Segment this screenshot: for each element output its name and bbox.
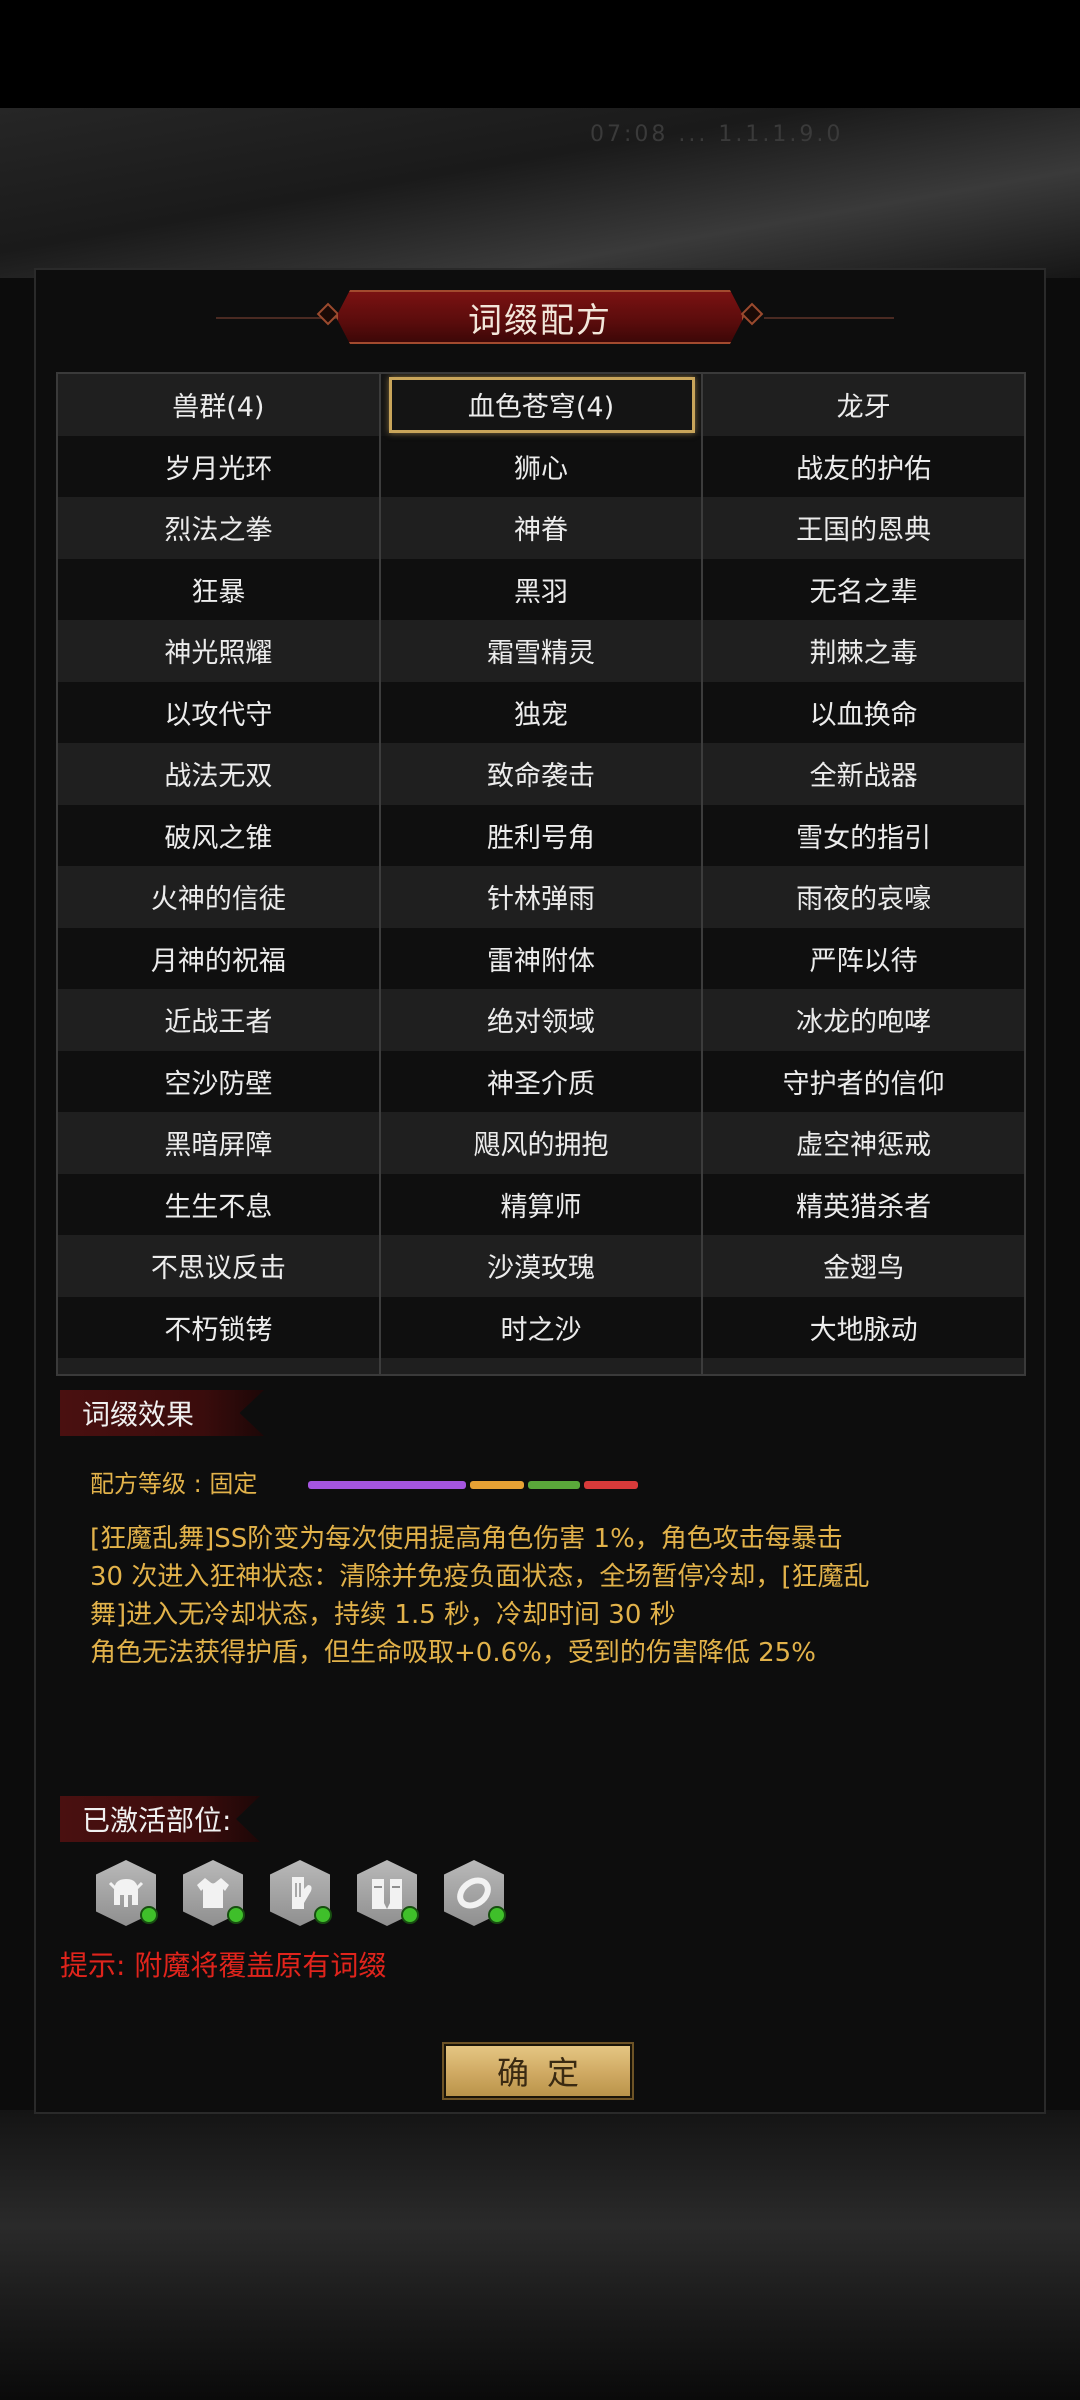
effect-description: [狂魔乱舞]SS阶变为每次使用提高角色伤害 1%，角色攻击每暴击 30 次进入狂…: [90, 1524, 870, 1668]
affix-cell[interactable]: 独宠: [378, 681, 702, 743]
affix-cell[interactable]: 神圣介质: [378, 1050, 702, 1112]
effect-header: 词缀效果: [60, 1390, 264, 1436]
activated-header: 已激活部位:: [60, 1796, 260, 1842]
table-row: 兽群(4) 血色苍穹(4) 龙牙: [58, 374, 1024, 436]
table-row: 烈法之拳 神眷 王国的恩典: [58, 497, 1024, 559]
grade-bar-purple: [308, 1481, 466, 1489]
enchant-hint: 提示: 附魔将覆盖原有词缀: [60, 1949, 387, 1982]
table-row: 不朽锁铐 时之沙 大地脉动: [58, 1296, 1024, 1359]
affix-cell[interactable]: 雨夜的哀嚎: [701, 866, 1024, 928]
glove-icon: [292, 1877, 312, 1909]
affix-cell[interactable]: 绝对领域: [378, 989, 702, 1051]
affix-cell[interactable]: 烈法之拳: [58, 497, 379, 559]
affix-cell[interactable]: 以血换命: [701, 681, 1024, 743]
affix-cell[interactable]: 冰龙的咆哮: [701, 989, 1024, 1051]
affix-cell[interactable]: 雷神附体: [378, 927, 702, 989]
table-row: 月神的祝福 雷神附体 严阵以待: [58, 927, 1024, 990]
affix-cell[interactable]: 飓风的拥抱: [378, 1112, 702, 1174]
table-row: 生生不息 精算师 精英猎杀者: [58, 1173, 1024, 1236]
armor-icon: [197, 1878, 229, 1908]
panel-title: 词缀配方: [336, 290, 744, 344]
recipe-grade-label: 配方等级 : 固定: [90, 1470, 258, 1498]
affix-cell[interactable]: 全新战器: [701, 743, 1024, 805]
affix-cell[interactable]: 空沙防壁: [58, 1051, 379, 1113]
affix-cell[interactable]: 神光照耀: [58, 620, 379, 682]
affix-cell[interactable]: 兽群(4): [58, 374, 379, 436]
affix-cell[interactable]: 元素春曦: [701, 1358, 1024, 1374]
affix-cell[interactable]: 针林弹雨: [378, 866, 702, 928]
affix-cell[interactable]: 风蚀幽影: [58, 1358, 379, 1374]
affix-cell[interactable]: 火神的信徒: [58, 866, 379, 928]
background-top: 07:08 ... 1.1.1.9.0: [0, 108, 1080, 278]
affix-cell[interactable]: 沙漠玫瑰: [378, 1235, 702, 1297]
affix-cell[interactable]: 荆棘之毒: [701, 620, 1024, 682]
confirm-button[interactable]: 确定: [442, 2042, 634, 2100]
affix-cell[interactable]: 岁月光环: [58, 436, 379, 498]
affix-cell[interactable]: 守护者的信仰: [701, 1050, 1024, 1112]
affix-cell[interactable]: 狮心: [378, 435, 702, 497]
ring-icon: [457, 1877, 491, 1909]
table-row: 黑暗屏障 飓风的拥抱 虚空神惩戒: [58, 1112, 1024, 1174]
affix-cell[interactable]: 胜利号角: [378, 804, 702, 866]
title-right-rule: [764, 317, 894, 319]
affix-cell[interactable]: 战友的护佑: [701, 435, 1024, 497]
affix-cell[interactable]: 战法无双: [58, 743, 379, 805]
table-row: 以攻代守 独宠 以血换命: [58, 681, 1024, 744]
affix-cell[interactable]: 严阵以待: [701, 927, 1024, 989]
affix-cell[interactable]: 黑暗屏障: [58, 1112, 379, 1174]
grade-bar-orange: [470, 1481, 524, 1489]
affix-cell[interactable]: 四元素的低吟: [378, 1358, 702, 1374]
affix-cell[interactable]: 以攻代守: [58, 682, 379, 744]
affix-cell[interactable]: 龙牙: [701, 374, 1024, 436]
affix-cell[interactable]: 大地脉动: [701, 1296, 1024, 1358]
affix-cell[interactable]: 生生不息: [58, 1174, 379, 1236]
affix-cell[interactable]: 黑羽: [378, 558, 702, 620]
affix-cell[interactable]: 虚空神惩戒: [701, 1112, 1024, 1174]
grade-bar-green: [528, 1481, 580, 1489]
table-row: 岁月光环 狮心 战友的护佑: [58, 435, 1024, 498]
affix-cell[interactable]: 精算师: [378, 1173, 702, 1235]
table-row: 战法无双 致命袭击 全新战器: [58, 743, 1024, 805]
affix-table: 兽群(4) 血色苍穹(4) 龙牙 岁月光环 狮心 战友的护佑 烈法之拳 神眷 王国的恩典 狂暴 黑羽…: [56, 372, 1026, 1376]
affix-cell[interactable]: 近战王者: [58, 989, 379, 1051]
affix-cell[interactable]: 狂暴: [58, 559, 379, 621]
background-caption: 07:08 ... 1.1.1.9.0: [590, 122, 844, 147]
boots-icon: [372, 1879, 402, 1909]
affix-cell[interactable]: 雪女的指引: [701, 804, 1024, 866]
armor-active-dot: [227, 1906, 245, 1924]
affix-cell[interactable]: 霜雪精灵: [378, 620, 702, 682]
ring-active-dot: [488, 1906, 506, 1924]
table-row: 破风之锥 胜利号角 雪女的指引: [58, 804, 1024, 867]
glove-active-dot: [314, 1906, 332, 1924]
status-bar: [0, 0, 1080, 108]
affix-cell[interactable]: 致命袭击: [378, 743, 702, 805]
affix-cell[interactable]: 无名之辈: [701, 558, 1024, 620]
affix-cell[interactable]: 精英猎杀者: [701, 1173, 1024, 1235]
affix-cell[interactable]: 神眷: [378, 497, 702, 559]
helmet-icon: [108, 1879, 144, 1907]
boots-active-dot: [401, 1906, 419, 1924]
helmet-active-dot: [140, 1906, 158, 1924]
affix-cell[interactable]: 不朽锁铐: [58, 1297, 379, 1359]
table-row: 神光照耀 霜雪精灵 荆棘之毒: [58, 620, 1024, 682]
affix-cell[interactable]: 不思议反击: [58, 1235, 379, 1297]
table-row: 狂暴 黑羽 无名之辈: [58, 558, 1024, 621]
affix-cell[interactable]: 血色苍穹(4): [378, 374, 702, 436]
background-bottom: [0, 2110, 1080, 2400]
table-row: 火神的信徒 针林弹雨 雨夜的哀嚎: [58, 866, 1024, 928]
grade-bar-red: [584, 1481, 638, 1489]
table-row: 近战王者 绝对领域 冰龙的咆哮: [58, 989, 1024, 1051]
affix-cell[interactable]: 时之沙: [378, 1296, 702, 1358]
affix-cell[interactable]: 破风之锥: [58, 805, 379, 867]
affix-cell[interactable]: 月神的祝福: [58, 928, 379, 990]
affix-cell[interactable]: 金翅鸟: [701, 1235, 1024, 1297]
table-row: 不思议反击 沙漠玫瑰 金翅鸟: [58, 1235, 1024, 1297]
table-row: 空沙防壁 神圣介质 守护者的信仰: [58, 1050, 1024, 1113]
table-row: 风蚀幽影四元素的低吟元素春曦: [58, 1358, 1024, 1374]
affix-cell[interactable]: 王国的恩典: [701, 497, 1024, 559]
